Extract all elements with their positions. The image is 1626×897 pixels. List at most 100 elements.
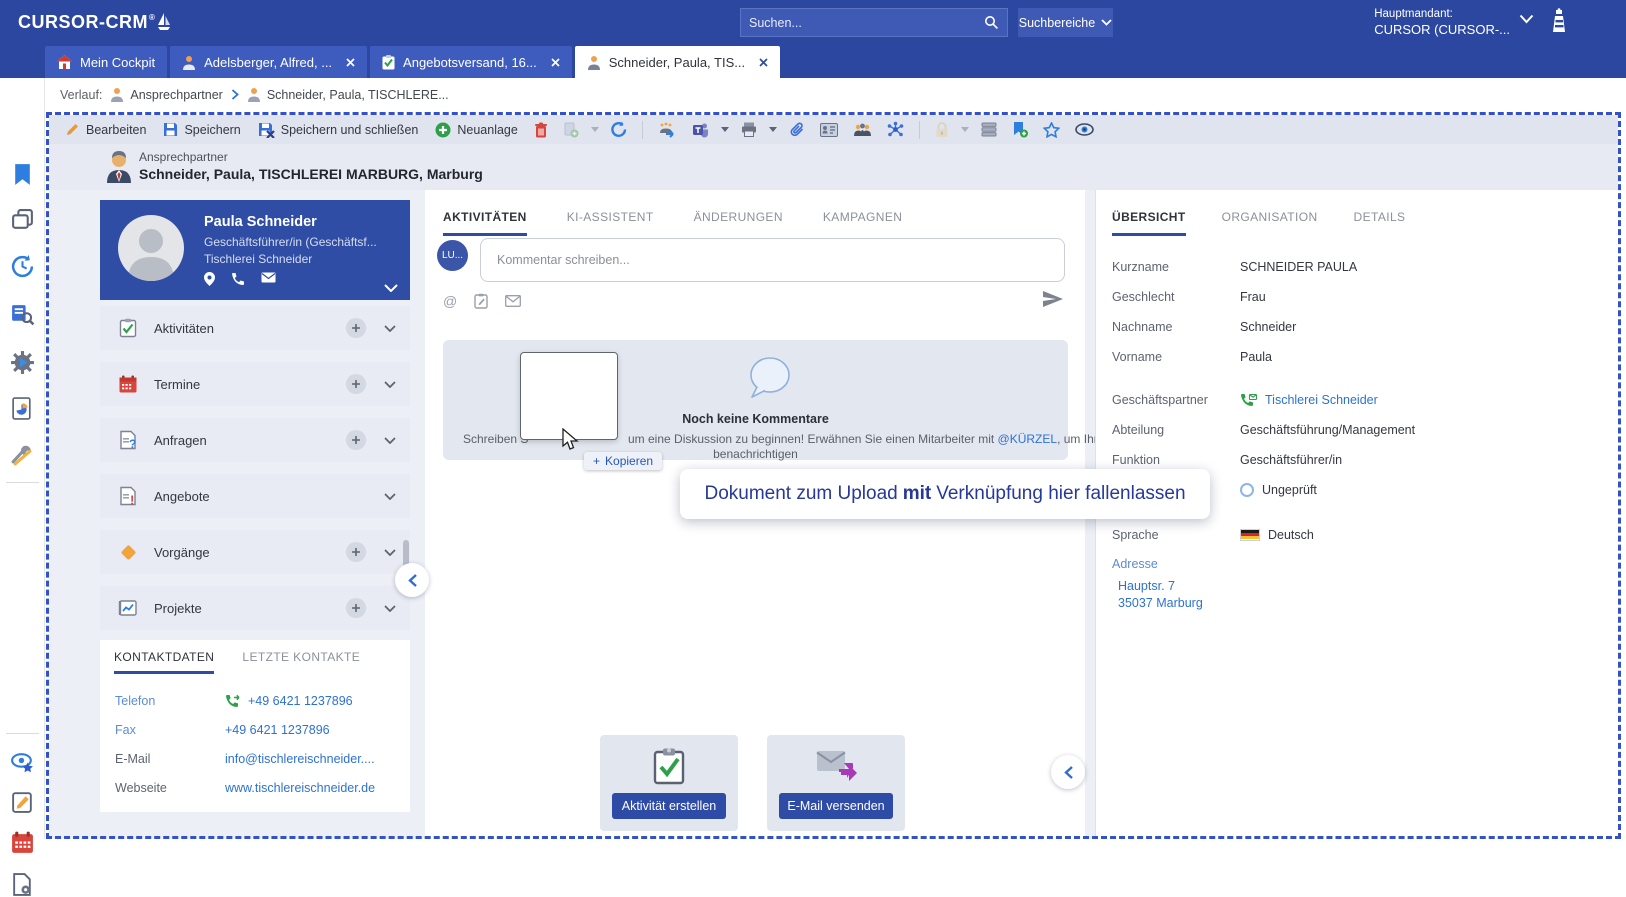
- collapse-left-panel-button[interactable]: [395, 563, 429, 597]
- chevron-down-icon[interactable]: [384, 604, 396, 612]
- collapse-right-panel-button[interactable]: [1051, 755, 1085, 789]
- chevron-down-icon[interactable]: [768, 127, 777, 132]
- tab-details[interactable]: DETAILS: [1354, 210, 1406, 236]
- tab-kontaktdaten[interactable]: KONTAKTDATEN: [114, 650, 215, 674]
- section-anfragen[interactable]: ? Anfragen: [100, 418, 410, 462]
- tab-organisation[interactable]: ORGANISATION: [1222, 210, 1318, 236]
- teams-icon[interactable]: [689, 122, 712, 138]
- bookmark-add-icon[interactable]: [1009, 121, 1031, 138]
- tab-aenderungen[interactable]: ÄNDERUNGEN: [694, 210, 783, 236]
- fax-link[interactable]: +49 6421 1237896: [225, 723, 330, 737]
- chevron-down-icon[interactable]: [960, 127, 969, 132]
- tenant-selector[interactable]: Hauptmandant: CURSOR (CURSOR-...: [1374, 6, 1510, 38]
- chevron-down-icon[interactable]: [384, 380, 396, 388]
- tab-aktivitaeten[interactable]: AKTIVITÄTEN: [443, 210, 527, 236]
- breadcrumb-schneider[interactable]: Schneider, Paula, TISCHLERE...: [247, 87, 449, 102]
- mail-icon[interactable]: [261, 272, 276, 283]
- email-link[interactable]: info@tischlereischneider....: [225, 752, 375, 766]
- location-pin-icon[interactable]: [204, 272, 215, 286]
- section-projekte[interactable]: Projekte: [100, 586, 410, 630]
- chevron-down-icon[interactable]: [384, 548, 396, 556]
- tab-uebersicht[interactable]: ÜBERSICHT: [1112, 210, 1186, 236]
- edit-button[interactable]: Bearbeiten: [61, 120, 150, 139]
- search-report-icon[interactable]: [10, 302, 35, 327]
- section-angebote[interactable]: ! Angebote: [100, 474, 410, 518]
- dragged-document-ghost[interactable]: [520, 352, 618, 440]
- tab-kampagnen[interactable]: KAMPAGNEN: [823, 210, 902, 236]
- tab-letzte-kontakte[interactable]: LETZTE KONTAKTE: [242, 650, 360, 674]
- create-activity-button[interactable]: Aktivität erstellen: [612, 793, 726, 819]
- new-record-button[interactable]: Neuanlage: [431, 120, 521, 140]
- assign-icon[interactable]: [655, 122, 680, 138]
- delete-icon[interactable]: [531, 122, 551, 138]
- tab-ki-assistent[interactable]: KI-ASSISTENT: [567, 210, 654, 236]
- relations-icon[interactable]: [884, 121, 907, 138]
- edit-label: Bearbeiten: [86, 122, 147, 137]
- add-button[interactable]: [346, 598, 366, 618]
- save-close-button[interactable]: Speichern und schließen: [254, 120, 423, 140]
- lighthouse-icon[interactable]: [1550, 8, 1568, 36]
- attachment-icon[interactable]: [786, 122, 808, 138]
- admin-tools-icon[interactable]: [10, 442, 35, 467]
- phone-link[interactable]: +49 6421 1237896: [225, 694, 353, 708]
- copy-record-icon[interactable]: [560, 122, 582, 138]
- chevron-down-icon[interactable]: [590, 127, 599, 132]
- chevron-down-icon[interactable]: [720, 127, 729, 132]
- address-line[interactable]: Hauptsr. 7: [1118, 579, 1618, 593]
- search-icon[interactable]: [984, 15, 999, 30]
- save-button[interactable]: Speichern: [159, 120, 244, 139]
- participants-icon[interactable]: [850, 123, 875, 137]
- lock-icon[interactable]: [932, 121, 952, 138]
- address-line[interactable]: 35037 Marburg: [1118, 596, 1618, 610]
- chevron-down-icon[interactable]: [1519, 14, 1534, 24]
- notes-icon[interactable]: [10, 790, 35, 815]
- add-button[interactable]: [346, 542, 366, 562]
- chevron-down-icon[interactable]: [384, 436, 396, 444]
- website-link[interactable]: www.tischlereischneider.de: [225, 781, 375, 795]
- report-chart-icon[interactable]: [10, 396, 35, 421]
- section-aktivitaeten[interactable]: Aktivitäten: [100, 306, 410, 350]
- tab-adelsberger[interactable]: Adelsberger, Alfred, ...: [170, 46, 368, 78]
- send-icon[interactable]: [1042, 290, 1064, 308]
- close-icon[interactable]: [759, 57, 768, 67]
- section-termine[interactable]: Termine: [100, 362, 410, 406]
- phone-value: +49 6421 1237896: [248, 693, 353, 708]
- close-icon[interactable]: [551, 57, 560, 67]
- history-icon[interactable]: [10, 254, 35, 279]
- chevron-down-icon[interactable]: [384, 284, 398, 292]
- breadcrumb-ansprechpartner[interactable]: Ansprechpartner: [110, 87, 223, 102]
- windows-stack-icon[interactable]: [10, 208, 35, 233]
- comment-input[interactable]: [480, 238, 1065, 282]
- chevron-down-icon[interactable]: [384, 492, 396, 500]
- favorite-icon[interactable]: [1040, 121, 1063, 138]
- dataset-icon[interactable]: [978, 122, 1000, 137]
- contact-card-icon[interactable]: [817, 122, 841, 137]
- add-button[interactable]: [346, 318, 366, 338]
- watch-favorites-icon[interactable]: [10, 750, 35, 775]
- tab-mein-cockpit[interactable]: Mein Cockpit: [45, 46, 168, 78]
- mention-icon[interactable]: @: [443, 293, 457, 309]
- watch-icon[interactable]: [1072, 123, 1097, 136]
- add-button[interactable]: [346, 430, 366, 450]
- section-vorgaenge[interactable]: Vorgänge: [100, 530, 410, 574]
- close-icon[interactable]: [346, 57, 355, 67]
- tab-schneider-paula[interactable]: Schneider, Paula, TIS...: [574, 46, 781, 78]
- search-input[interactable]: [749, 15, 984, 30]
- mail-icon[interactable]: [505, 295, 522, 307]
- refresh-icon[interactable]: [608, 121, 630, 138]
- note-icon[interactable]: [474, 293, 488, 309]
- tab-angebotsversand[interactable]: Angebotsversand, 16...: [370, 46, 572, 78]
- calendar-icon[interactable]: [10, 830, 35, 855]
- send-email-button[interactable]: E-Mail versenden: [779, 793, 893, 819]
- search-areas-button[interactable]: Suchbereiche: [1018, 8, 1113, 37]
- document-settings-icon[interactable]: [10, 872, 35, 897]
- field-label: Telefon: [115, 693, 156, 708]
- bookmark-icon[interactable]: [10, 162, 35, 187]
- print-icon[interactable]: [738, 122, 760, 137]
- add-button[interactable]: [346, 374, 366, 394]
- chevron-down-icon[interactable]: [384, 324, 396, 332]
- process-icon[interactable]: [10, 350, 35, 375]
- business-partner-link[interactable]: Tischlerei Schneider: [1240, 393, 1378, 407]
- phone-icon[interactable]: [231, 272, 245, 286]
- radio-unchecked-icon[interactable]: [1240, 482, 1254, 497]
